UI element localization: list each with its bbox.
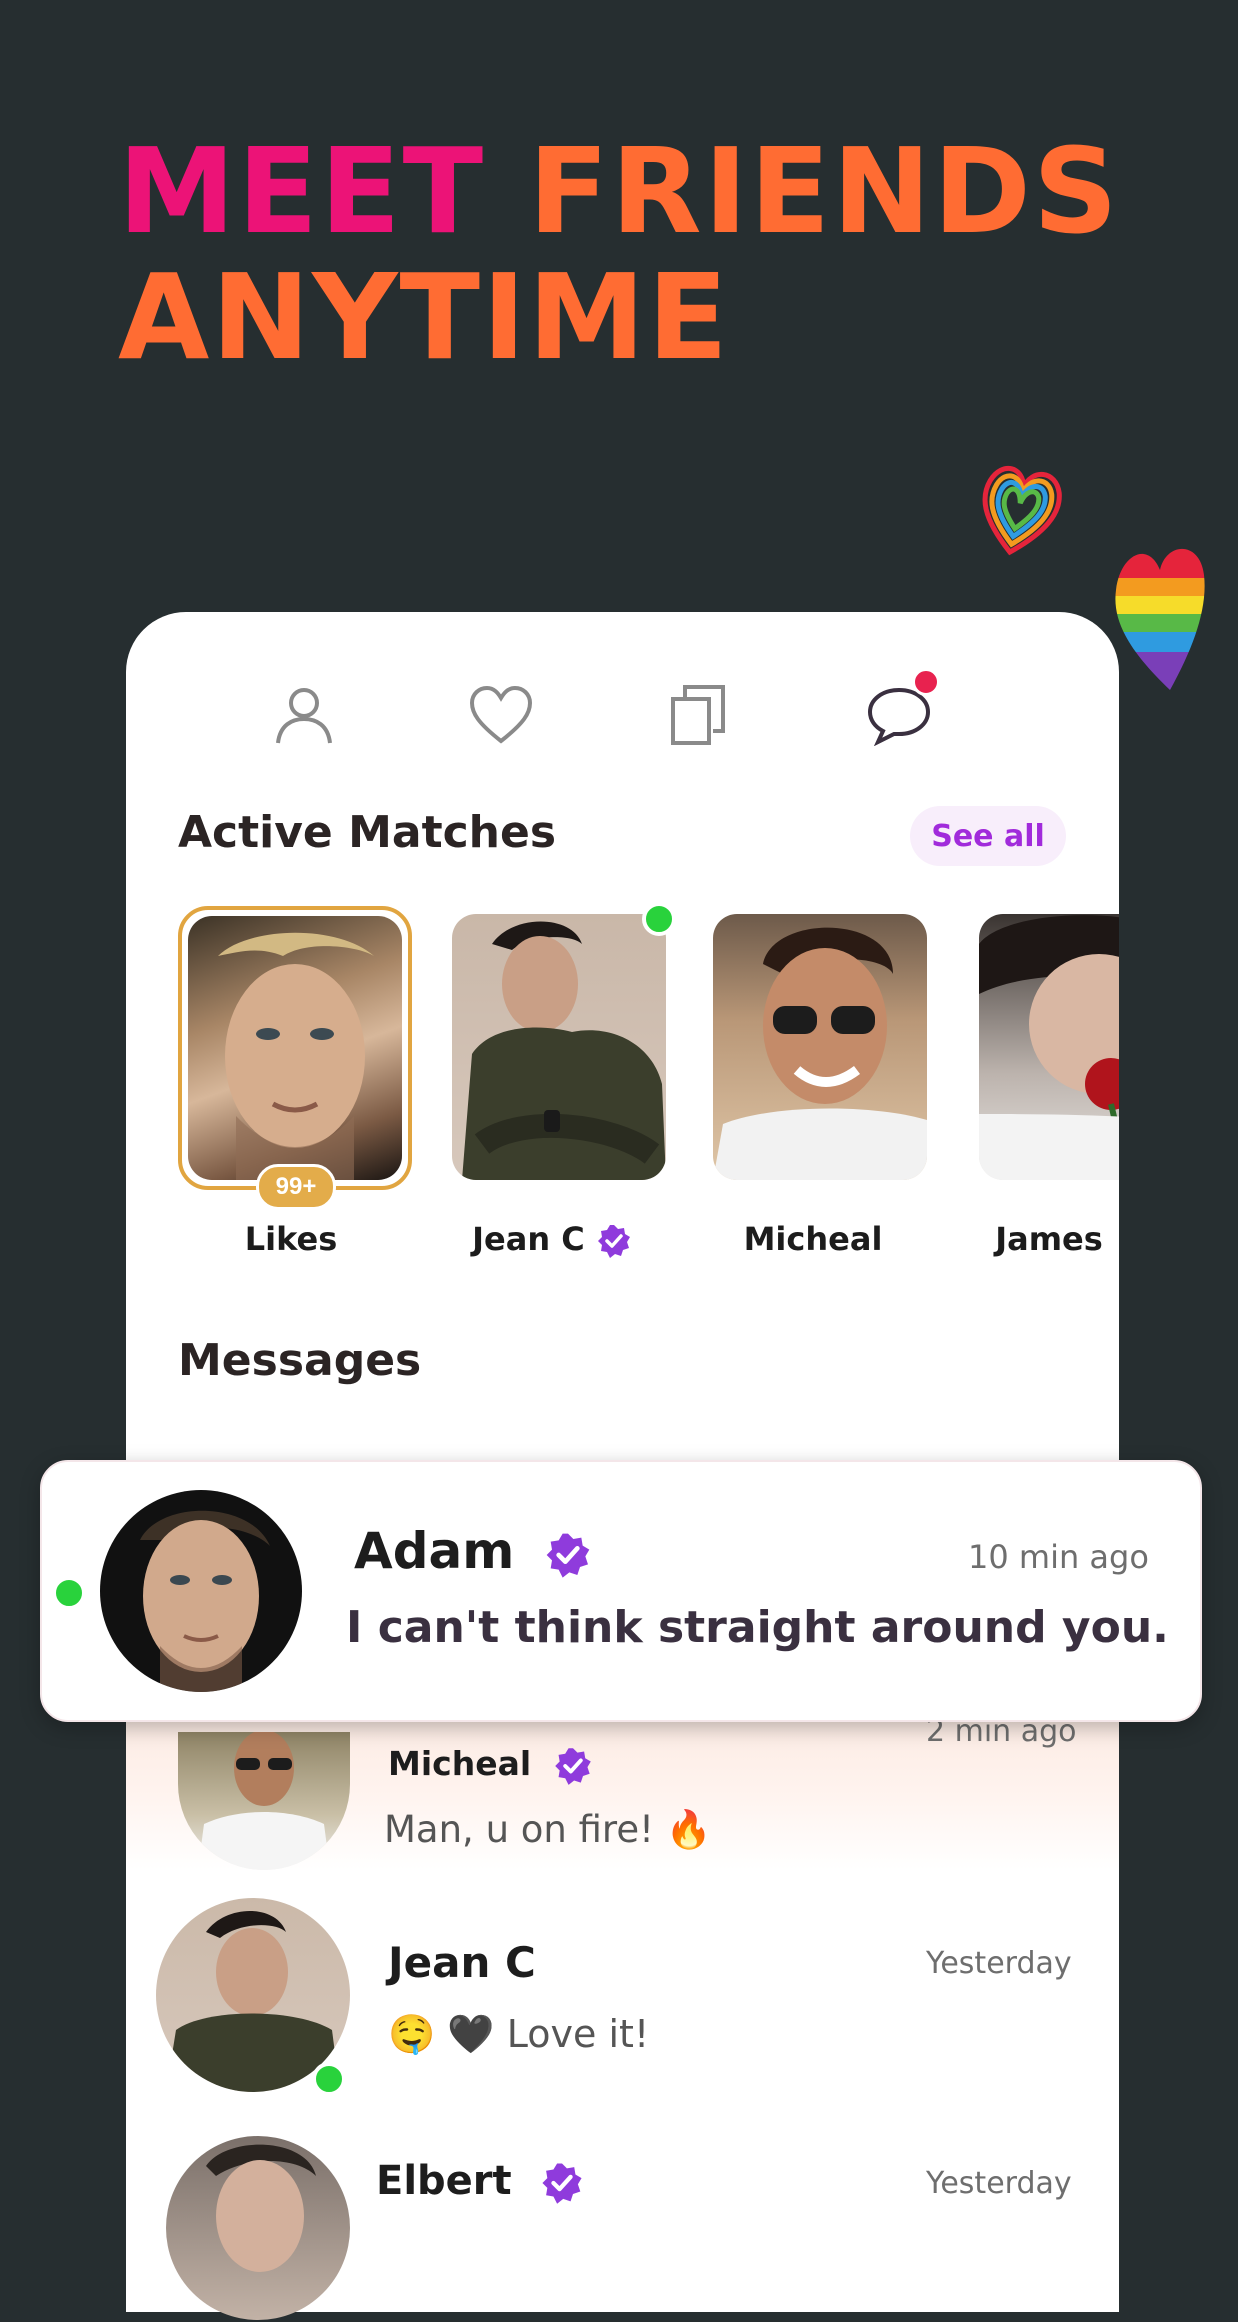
- match-name: Micheal: [743, 1220, 883, 1258]
- message-sender-name-text: Micheal: [388, 1744, 532, 1783]
- jean-c-photo: [452, 914, 666, 1180]
- likes-photo: [188, 916, 402, 1180]
- james-photo: [979, 914, 1119, 1180]
- match-name-row: Jean C: [422, 1220, 682, 1259]
- message-sender-name-text: Adam: [354, 1522, 515, 1580]
- message-row-micheal[interactable]: Micheal 2 min ago Man, u on fire! 🔥: [126, 1710, 1119, 1870]
- rainbow-outline-heart-icon: [982, 465, 1062, 556]
- message-time: 10 min ago: [968, 1538, 1149, 1576]
- micheal-photo: [713, 914, 927, 1180]
- online-status-dot: [312, 2062, 346, 2096]
- message-sender-name-text: Elbert: [376, 2158, 512, 2204]
- match-name: Jean C: [472, 1220, 585, 1258]
- likes-count-badge: 99+: [256, 1164, 336, 1210]
- message-sender-name: Adam: [354, 1522, 592, 1580]
- heart-icon: [469, 685, 533, 744]
- online-status-dot: [642, 902, 676, 936]
- message-time: Yesterday: [926, 2166, 1072, 2201]
- tab-likes[interactable]: [456, 670, 546, 760]
- message-row-jean-c[interactable]: Jean C Yesterday 🤤 🖤 Love it!: [126, 1884, 1119, 2104]
- message-preview: Man, u on fire! 🔥: [384, 1808, 712, 1851]
- cards-icon: [671, 685, 725, 745]
- headline-word-anytime: ANYTIME: [118, 248, 730, 386]
- message-sender-name: Elbert: [376, 2158, 584, 2205]
- message-preview: I can't think straight around you.: [346, 1602, 1169, 1653]
- verified-badge-icon: [546, 1533, 590, 1578]
- rainbow-heart-icon: [1115, 548, 1205, 690]
- person-icon: [276, 688, 332, 744]
- headline: MEET FRIENDS ANYTIME: [118, 128, 1120, 380]
- featured-message-adam[interactable]: Adam 10 min ago I can't think straight a…: [40, 1460, 1202, 1722]
- headline-word-meet: MEET: [118, 122, 486, 260]
- match-name: Likes: [244, 1220, 338, 1258]
- active-matches-title: Active Matches: [178, 807, 557, 858]
- tab-discover[interactable]: [654, 670, 744, 760]
- notification-dot: [912, 668, 940, 696]
- verified-badge-icon: [554, 1747, 591, 1785]
- tab-messages[interactable]: [854, 668, 944, 760]
- verified-badge-icon: [597, 1225, 630, 1258]
- tab-profile[interactable]: [259, 670, 349, 760]
- headline-word-friends: FRIENDS: [528, 122, 1120, 260]
- message-preview: 🤤 🖤 Love it!: [388, 2012, 650, 2056]
- verified-badge-icon: [542, 2163, 582, 2204]
- match-name: James: [995, 1220, 1103, 1258]
- message-sender-name: Jean C: [388, 1938, 536, 1987]
- micheal-avatar: [178, 1732, 350, 1870]
- message-time: Yesterday: [926, 1946, 1072, 1981]
- elbert-avatar: [166, 2136, 350, 2320]
- message-row-elbert[interactable]: Elbert Yesterday: [126, 2122, 1119, 2322]
- message-sender-name: Micheal: [388, 1744, 593, 1786]
- see-all-button[interactable]: See all: [910, 806, 1066, 866]
- adam-avatar: [100, 1490, 302, 1692]
- online-status-dot: [52, 1576, 86, 1610]
- messages-title: Messages: [178, 1335, 422, 1386]
